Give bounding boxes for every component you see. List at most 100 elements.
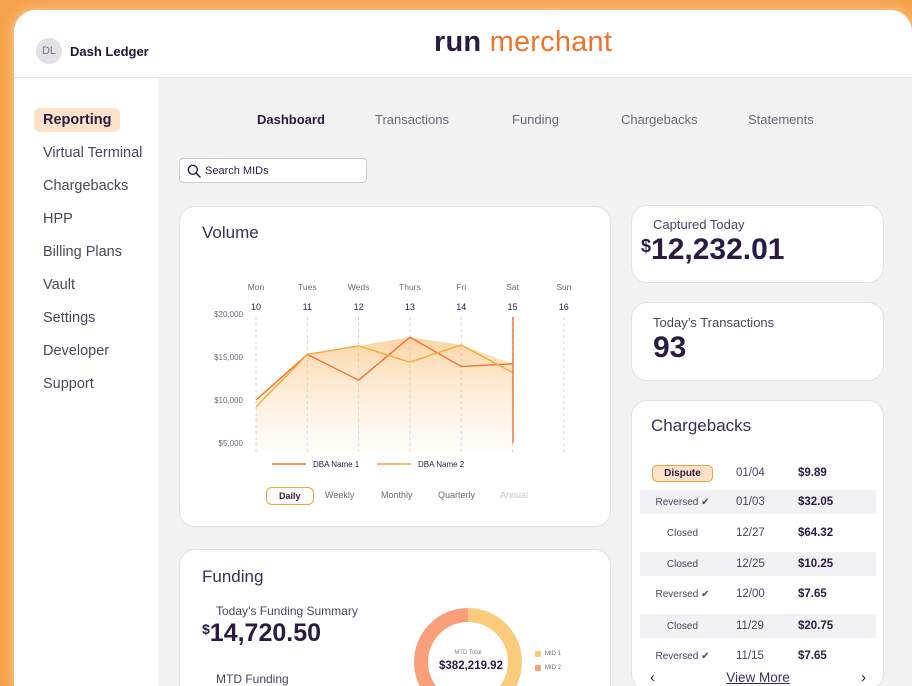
day-label: Weds <box>348 282 370 292</box>
brand-logo-run: run <box>434 26 482 58</box>
funding-title: Funding <box>202 567 264 586</box>
funding-card: Funding Today’s Funding Summary $14,720.… <box>179 549 611 686</box>
todays-transactions-value: 93 <box>653 331 687 364</box>
chargeback-row[interactable]: Reversed ✔ 11/15 $7.65 <box>640 644 876 668</box>
chargeback-row[interactable]: Closed 11/29 $20.75 <box>640 614 876 638</box>
chargeback-status: Reversed ✔ <box>655 650 710 662</box>
date-label: 14 <box>456 302 466 312</box>
captured-today-card: Captured Today $12,232.01 <box>631 205 884 283</box>
chargeback-status: Closed <box>666 620 699 632</box>
range-weekly-button[interactable]: Weekly <box>325 490 354 500</box>
range-daily-button[interactable]: Daily <box>266 487 314 505</box>
date-label: 11 <box>303 302 312 312</box>
chargeback-date: 01/03 <box>736 496 765 508</box>
sidebar-item-chargebacks[interactable]: Chargebacks <box>43 178 128 194</box>
day-label: Fri <box>456 282 466 292</box>
chargeback-date: 12/27 <box>736 527 765 539</box>
y-tick-label: $10,000 <box>214 396 243 405</box>
brand-logo: run merchant <box>434 26 612 59</box>
user-menu[interactable]: DL Dash Ledger <box>36 38 149 64</box>
volume-card: Volume Mon 10 Tues 11 Weds 12 Thurs 13 Fri 14 Sat 1… <box>179 206 611 527</box>
chevron-left-icon[interactable]: ‹ <box>640 669 665 686</box>
chargeback-row[interactable]: Reversed ✔ 12/00 $7.65 <box>640 582 876 606</box>
donut-center-value: $382,219.92 <box>439 660 503 672</box>
chevron-right-icon[interactable]: › <box>851 669 876 686</box>
funding-summary-value: $14,720.50 <box>202 619 321 648</box>
tab-statements[interactable]: Statements <box>748 112 814 127</box>
tab-transactions[interactable]: Transactions <box>375 112 449 127</box>
status-badge[interactable]: Dispute <box>652 464 713 482</box>
sidebar-item-developer[interactable]: Developer <box>43 343 109 359</box>
chargeback-row[interactable]: Dispute 01/04 $9.89 <box>640 461 876 485</box>
date-label: 13 <box>405 302 415 312</box>
range-annual-button[interactable]: Annual <box>500 490 528 500</box>
range-quarterly-button[interactable]: Quarterly <box>438 490 475 500</box>
chargeback-amount: $9.89 <box>798 467 827 479</box>
y-tick-label: $20,000 <box>214 310 243 319</box>
sidebar-item-billing-plans[interactable]: Billing Plans <box>43 244 122 260</box>
day-label: Thurs <box>399 282 421 292</box>
chargeback-date: 11/15 <box>736 650 764 662</box>
sidebar-item-settings[interactable]: Settings <box>43 310 95 326</box>
mtd-donut-chart <box>414 608 522 686</box>
chargeback-date: 12/25 <box>736 558 765 570</box>
tab-funding[interactable]: Funding <box>512 112 559 127</box>
donut-legend-item: MID 2 <box>535 665 561 671</box>
y-tick-label: $5,000 <box>219 439 244 448</box>
donut-center-label: MTD Total <box>454 650 482 656</box>
todays-transactions-card: Today’s Transactions 93 <box>631 302 884 381</box>
mtd-funding-label: MTD Funding <box>216 672 289 686</box>
search-box[interactable] <box>179 158 367 183</box>
view-more-link[interactable]: View More <box>726 670 790 685</box>
chargeback-date: 12/00 <box>736 588 765 600</box>
tab-chargebacks[interactable]: Chargebacks <box>621 112 698 127</box>
user-name[interactable]: Dash Ledger <box>70 44 149 59</box>
search-icon <box>187 164 201 178</box>
brand-logo-merchant: merchant <box>489 26 613 58</box>
day-label: Tues <box>298 282 317 292</box>
chargeback-amount: $20.75 <box>798 620 834 632</box>
funding-summary-label: Today’s Funding Summary <box>216 604 358 618</box>
sidebar-item-support[interactable]: Support <box>43 376 94 392</box>
chargebacks-title: Chargebacks <box>651 416 752 435</box>
captured-today-value: $12,232.01 <box>641 233 784 267</box>
chargeback-status: Reversed ✔ <box>655 588 710 600</box>
chargeback-status: Reversed ✔ <box>655 496 710 508</box>
legend-swatch <box>535 665 541 671</box>
y-tick-label: $15,000 <box>214 353 243 362</box>
avatar[interactable]: DL <box>36 38 62 64</box>
search-input[interactable] <box>205 164 355 177</box>
chargeback-row[interactable]: Reversed ✔ 01/03 $32.05 <box>640 490 876 514</box>
chargeback-status: Closed <box>666 558 699 570</box>
legend-label-1: DBA Name 1 <box>313 460 360 469</box>
volume-chart: Mon 10 Tues 11 Weds 12 Thurs 13 Fri 14 Sat 15 Sun 16 $… <box>214 282 572 469</box>
sidebar-item-reporting[interactable]: Reporting <box>34 108 121 132</box>
day-label: Sun <box>556 282 571 292</box>
donut-legend-item: MID 1 <box>535 651 561 657</box>
todays-transactions-label: Today’s Transactions <box>653 315 775 330</box>
sidebar-item-virtual-terminal[interactable]: Virtual Terminal <box>43 145 142 161</box>
chargeback-amount: $64.32 <box>798 527 834 539</box>
sidebar-item-vault[interactable]: Vault <box>43 277 75 293</box>
chargeback-amount: $7.65 <box>798 588 827 600</box>
legend-label: MID 1 <box>545 651 562 657</box>
sidebar: Reporting Virtual Terminal Chargebacks H… <box>14 78 158 686</box>
funding-amount: 14,720.50 <box>209 619 322 647</box>
chargeback-date: 01/04 <box>736 467 765 479</box>
range-monthly-button[interactable]: Monthly <box>381 490 413 500</box>
legend-swatch <box>535 651 541 657</box>
day-label: Mon <box>248 282 265 292</box>
chargeback-row[interactable]: Closed 12/25 $10.25 <box>640 552 876 576</box>
chargeback-row[interactable]: Closed 12/27 $64.32 <box>640 521 876 545</box>
tab-dashboard[interactable]: Dashboard <box>257 112 325 127</box>
chargeback-amount: $32.05 <box>798 496 834 508</box>
captured-today-label: Captured Today <box>653 217 745 232</box>
date-label: 10 <box>251 302 261 312</box>
legend-label-2: DBA Name 2 <box>418 460 465 469</box>
funding-currency: $ <box>202 621 210 637</box>
day-label: Sat <box>506 282 519 292</box>
date-label: 16 <box>559 302 569 312</box>
sidebar-item-hpp[interactable]: HPP <box>43 211 73 227</box>
date-label: 15 <box>507 302 517 312</box>
chargeback-date: 11/29 <box>736 620 764 632</box>
